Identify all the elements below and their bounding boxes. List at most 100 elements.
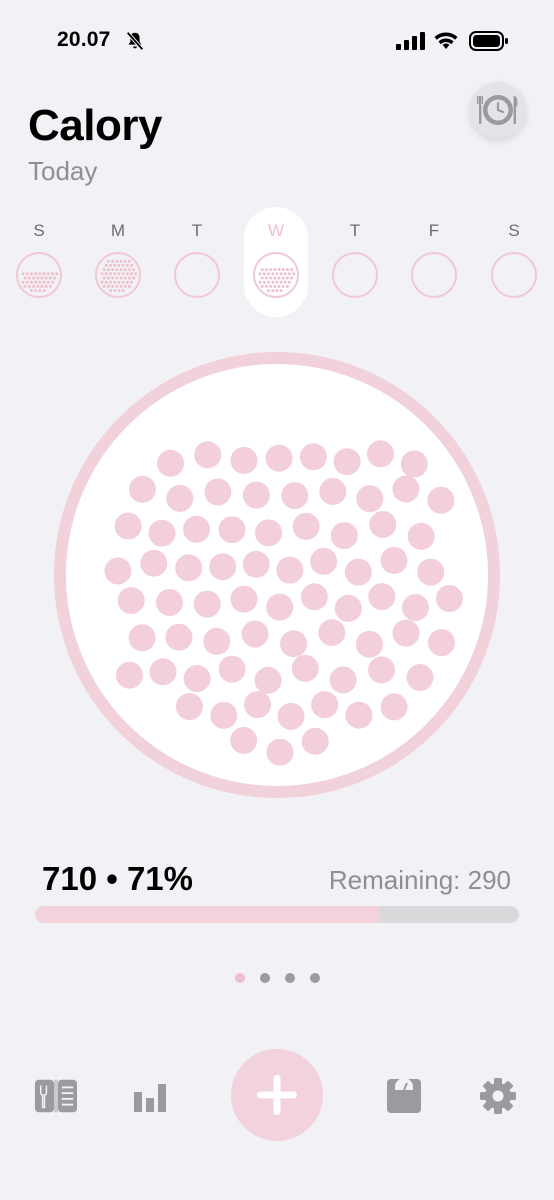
calorie-dot bbox=[435, 585, 463, 612]
day-progress-circle bbox=[253, 252, 299, 298]
calorie-dot bbox=[291, 654, 319, 682]
calorie-dot bbox=[193, 590, 221, 618]
day-progress-circle bbox=[174, 252, 220, 298]
page-dot[interactable] bbox=[235, 973, 245, 983]
gear-icon bbox=[480, 1078, 516, 1114]
day-letter: S bbox=[33, 221, 45, 240]
calorie-dot bbox=[204, 478, 232, 506]
remaining-summary: Remaining: 290 bbox=[328, 865, 511, 895]
meal-plan-button[interactable] bbox=[470, 82, 526, 138]
status-time: 20.07 bbox=[57, 28, 111, 51]
day-letter: W bbox=[267, 221, 285, 240]
calorie-dot bbox=[356, 485, 384, 513]
day-letter: S bbox=[508, 221, 520, 240]
calorie-dot bbox=[115, 661, 143, 689]
calorie-dot bbox=[318, 619, 346, 646]
calorie-dot bbox=[183, 515, 210, 543]
calorie-dot bbox=[368, 583, 396, 611]
diary-tab[interactable] bbox=[34, 1074, 78, 1118]
signal-icon bbox=[396, 32, 425, 50]
stats-tab[interactable] bbox=[128, 1074, 172, 1118]
calorie-dot bbox=[400, 450, 428, 478]
calorie-dots bbox=[104, 440, 463, 766]
calorie-dot bbox=[406, 664, 434, 691]
consumed-summary: 710 • 71% bbox=[42, 860, 193, 897]
calorie-dot bbox=[367, 440, 394, 468]
settings-tab[interactable] bbox=[476, 1074, 520, 1118]
day-5[interactable]: F bbox=[404, 220, 464, 298]
calorie-dot bbox=[241, 620, 269, 648]
calorie-dot bbox=[165, 623, 193, 651]
calorie-progress-bar bbox=[35, 906, 519, 923]
page-title: Calory bbox=[28, 101, 162, 150]
calorie-dot bbox=[140, 549, 168, 577]
calorie-dot bbox=[428, 629, 455, 657]
calorie-dot bbox=[114, 512, 142, 540]
day-progress-circle bbox=[16, 252, 62, 298]
calorie-dot bbox=[183, 665, 211, 692]
bar-chart-icon bbox=[134, 1084, 166, 1112]
day-2[interactable]: T bbox=[167, 220, 227, 298]
day-0[interactable]: S bbox=[9, 220, 69, 298]
page-subtitle: Today bbox=[28, 156, 98, 186]
battery-icon bbox=[469, 31, 508, 51]
wifi-icon bbox=[434, 32, 458, 49]
day-6[interactable]: S bbox=[484, 220, 544, 298]
calorie-dot bbox=[209, 553, 237, 581]
day-3[interactable]: W bbox=[246, 220, 306, 298]
calorie-dot bbox=[292, 512, 320, 540]
calorie-dot bbox=[156, 589, 183, 616]
add-button[interactable] bbox=[231, 1049, 323, 1141]
calorie-dot bbox=[380, 546, 408, 574]
day-1[interactable]: M bbox=[88, 220, 148, 298]
calorie-dot bbox=[407, 522, 435, 550]
calorie-dot bbox=[392, 619, 420, 647]
calorie-dot bbox=[277, 702, 305, 730]
page-dot[interactable] bbox=[310, 973, 320, 983]
calorie-dot bbox=[276, 556, 304, 584]
calorie-dot bbox=[368, 656, 395, 684]
calorie-dot bbox=[280, 630, 308, 658]
weight-tab[interactable] bbox=[382, 1074, 426, 1118]
day-letter: T bbox=[191, 221, 203, 240]
calorie-dot bbox=[255, 519, 283, 547]
calorie-dot bbox=[175, 693, 203, 721]
calorie-dot bbox=[175, 554, 203, 582]
calorie-dot bbox=[157, 449, 184, 477]
page-dot[interactable] bbox=[285, 973, 295, 983]
calorie-dot bbox=[242, 481, 270, 509]
calorie-dot bbox=[427, 486, 455, 514]
calorie-dot bbox=[117, 587, 145, 614]
calorie-dot bbox=[230, 585, 258, 613]
calorie-dot bbox=[242, 550, 270, 578]
calorie-dot bbox=[299, 443, 327, 471]
day-letter: F bbox=[428, 221, 440, 240]
calorie-dot bbox=[301, 727, 329, 755]
calorie-dot bbox=[333, 448, 361, 476]
day-progress-circle bbox=[332, 252, 378, 298]
calorie-dot bbox=[401, 594, 429, 621]
calorie-dot bbox=[380, 693, 408, 721]
calorie-dot bbox=[203, 627, 231, 655]
calorie-dot bbox=[300, 583, 328, 611]
calorie-dot bbox=[311, 691, 339, 719]
page-dot[interactable] bbox=[260, 973, 270, 983]
bell-muted-icon bbox=[126, 31, 144, 51]
calorie-dot bbox=[210, 701, 238, 729]
page-indicator[interactable] bbox=[235, 973, 320, 983]
calorie-dot bbox=[230, 726, 258, 754]
calorie-dot bbox=[319, 478, 347, 505]
calorie-dot bbox=[128, 624, 156, 652]
calorie-dot bbox=[344, 558, 372, 586]
calorie-dot bbox=[148, 519, 176, 547]
calorie-dot bbox=[266, 593, 294, 621]
calorie-dot bbox=[266, 738, 294, 766]
day-4[interactable]: T bbox=[325, 220, 385, 298]
menu-book-icon bbox=[34, 1079, 78, 1113]
calorie-dot bbox=[230, 446, 258, 474]
day-progress-circle bbox=[411, 252, 457, 298]
scale-icon bbox=[387, 1078, 421, 1113]
calorie-dot bbox=[345, 701, 373, 729]
calorie-dot bbox=[369, 511, 397, 538]
add-icon bbox=[257, 1075, 297, 1115]
